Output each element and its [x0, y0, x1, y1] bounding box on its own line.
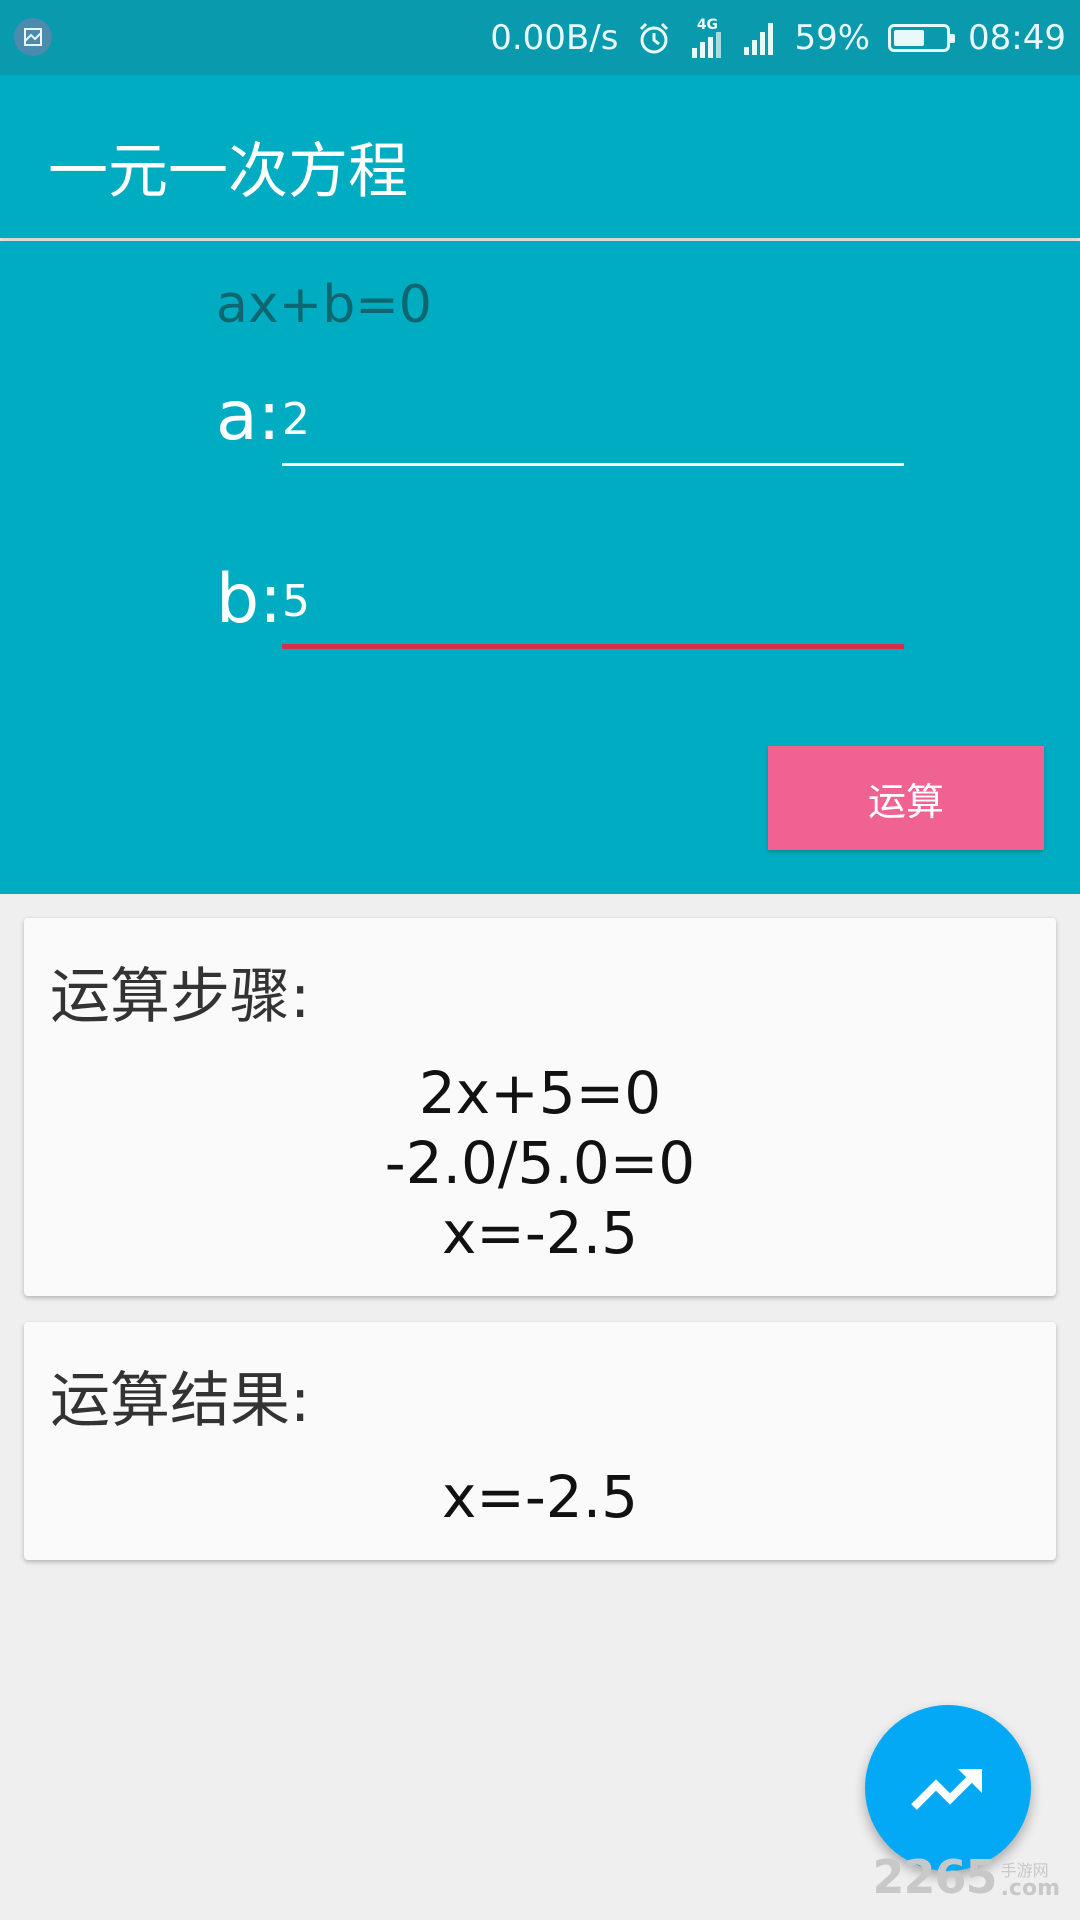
watermark-main: 2265	[872, 1850, 998, 1904]
step-line: 2x+5=0	[418, 1059, 662, 1127]
step-line: x=-2.5	[441, 1199, 639, 1267]
input-panel: ax+b=0 a: b: 运算	[0, 241, 1080, 894]
result-card: 运算结果: x=-2.5	[24, 1322, 1056, 1560]
b-field-row: b:	[216, 549, 906, 649]
result-title: 运算结果:	[50, 1366, 311, 1436]
b-input[interactable]	[282, 569, 904, 649]
net-speed: 0.00B/s	[490, 17, 619, 58]
network-type: 4G	[696, 16, 719, 33]
page-title: 一元一次方程	[48, 137, 408, 207]
b-label: b:	[216, 560, 283, 639]
alarm-icon	[636, 20, 672, 56]
signal-icon	[742, 21, 776, 55]
watermark-suffix: .com	[1000, 1876, 1060, 1901]
result-value: x=-2.5	[441, 1463, 639, 1531]
trending-up-icon	[911, 1769, 982, 1810]
a-field-row: a:	[216, 366, 906, 466]
app-bar: 一元一次方程	[0, 75, 1080, 238]
trending-fab-button[interactable]	[865, 1705, 1031, 1871]
battery-percent: 59%	[794, 17, 871, 58]
status-icons: 0.00B/s 4G 59% 08:49	[490, 0, 1066, 75]
steps-lines: 2x+5=0 -2.0/5.0=0 x=-2.5	[24, 1058, 1056, 1268]
steps-title: 运算步骤:	[50, 962, 311, 1032]
result-lines: x=-2.5	[24, 1462, 1056, 1532]
steps-card: 运算步骤: 2x+5=0 -2.0/5.0=0 x=-2.5	[24, 918, 1056, 1296]
screenshot-icon	[14, 18, 52, 56]
a-label: a:	[216, 377, 281, 456]
status-bar: 0.00B/s 4G 59% 08:49	[0, 0, 1080, 75]
battery-fill	[894, 29, 924, 46]
step-line: -2.0/5.0=0	[384, 1129, 696, 1197]
watermark-logo: 2265 手游网 .com	[873, 1850, 1060, 1904]
calculate-button[interactable]: 运算	[768, 746, 1044, 850]
a-input[interactable]	[282, 386, 904, 466]
4g-signal-icon: 4G	[690, 18, 724, 58]
clock: 08:49	[968, 17, 1066, 58]
equation-formula: ax+b=0	[216, 275, 432, 335]
battery-icon	[888, 23, 956, 52]
